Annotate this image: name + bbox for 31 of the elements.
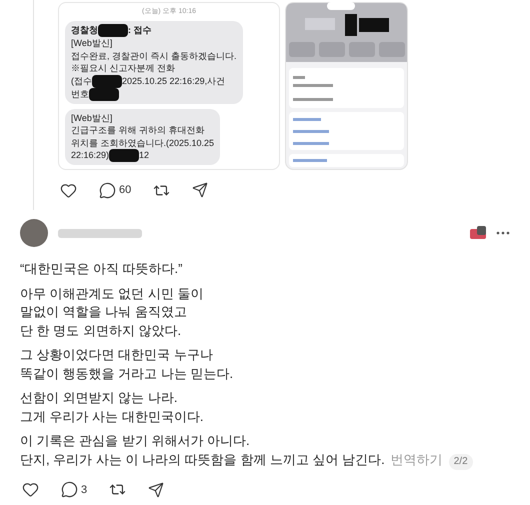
share-button[interactable] [192, 182, 208, 198]
post-paragraph: 그 상황이었다면 대한민국 누구나 똑같이 행동했을 거라고 나는 믿는다. [20, 346, 234, 382]
message-text: [Web발신] [71, 37, 112, 50]
redaction-mark [92, 74, 122, 88]
message-text: 12 [139, 149, 150, 162]
more-icon[interactable] [496, 231, 510, 235]
message-text: 위치를 조회하였습니다.(2025.10.25 [71, 136, 214, 149]
blurred-badge-icon [470, 226, 486, 240]
message-text: [Web발신] [71, 112, 112, 124]
page-counter: 2/2 [448, 454, 473, 470]
redaction-mark [98, 24, 128, 37]
post-quote: “대한민국은 아직 따뜻하다.” [20, 260, 184, 278]
message-text: 번호 [71, 88, 89, 100]
message-text: : 접수 [128, 24, 152, 37]
like-button[interactable] [60, 182, 77, 198]
message-text: 22:16:29) [71, 149, 110, 162]
avatar[interactable] [20, 219, 48, 247]
redaction-mark [109, 149, 140, 162]
post-paragraph: 이 기록은 관심을 받기 위해서가 아니다. 단지, 우리가 사는 이 나라의 따뜻함을 함께 느끼고 싶어 남긴다. [20, 433, 385, 466]
like-button[interactable] [22, 481, 39, 498]
message-text: ※필요시 신고자분께 전화 [71, 62, 176, 74]
share-button[interactable] [148, 482, 164, 498]
post-paragraph: 선함이 외면받지 않는 나라. 그게 우리가 사는 대한민국이다. [20, 389, 204, 426]
message-text: (접수 [71, 74, 92, 88]
post-paragraph: 아무 이해관계도 없던 시민 둘이 말없이 역할을 나눠 움직였고 단 한 명도 외면하지 않았다. [20, 284, 204, 340]
redaction-mark [89, 88, 119, 100]
message-text: 긴급구조를 위해 귀하의 휴대전화 [71, 124, 205, 136]
message-text: 2025.10.25 22:16:29,사건 [122, 74, 226, 88]
message-text: 접수완료, 경찰관이 즉시 출동하겠습니다. [71, 50, 237, 62]
message-text: 경찰청 [71, 24, 98, 37]
comment-button[interactable]: 60 [99, 182, 132, 198]
